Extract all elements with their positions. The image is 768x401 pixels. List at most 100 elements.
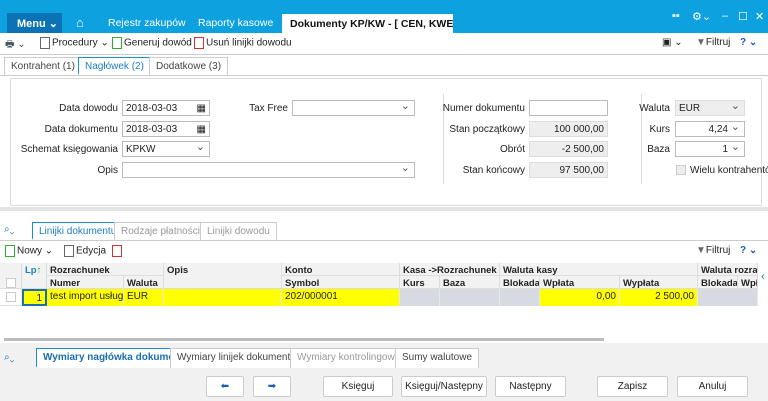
filtruj-button[interactable]: ▼Filtruj — [696, 37, 730, 48]
tab-dodatkowe[interactable]: Dodatkowe (3) — [149, 57, 229, 75]
grid-icon[interactable]: ▪▪ — [672, 10, 680, 22]
blokada2-header[interactable]: Blokada — [698, 276, 738, 289]
edit-icon — [64, 245, 74, 257]
generuj-dowod-button[interactable]: Generuj dowód — [112, 37, 192, 49]
add-icon — [5, 245, 15, 257]
stan-poczatkowy-label: Stan początkowy — [449, 124, 525, 135]
close-icon[interactable]: ✕ — [755, 10, 764, 23]
tab-kontrahent[interactable]: Kontrahent (1) — [4, 57, 82, 75]
wielu-kontrahentow-checkbox[interactable] — [676, 165, 686, 175]
tab-rodzaje-platnosci[interactable]: Rodzaje płatności — [114, 222, 207, 240]
blokada-cell — [500, 289, 540, 306]
search-panel-icon[interactable]: ⌕⌄ — [4, 352, 14, 363]
wplata-cell[interactable]: 0,00 — [540, 289, 620, 306]
splitter[interactable] — [0, 207, 768, 211]
waluta-kasy-header[interactable]: Waluta kasy — [500, 263, 698, 276]
nastepny-button[interactable]: Następny — [495, 376, 566, 397]
stan-koncowy-label: Stan końcowy — [462, 165, 525, 176]
home-icon[interactable]: ⌂ — [76, 15, 84, 30]
tab-naglowek[interactable]: Nagłówek (2) — [78, 57, 151, 75]
settings-doc-icon[interactable]: ▣ ⌄ — [662, 37, 683, 48]
waluta-rozrachunku-header[interactable]: Waluta rozrac — [698, 263, 758, 276]
tab-raporty-kasowe[interactable]: Raporty kasowe — [198, 14, 273, 33]
waluta-header[interactable]: Waluta — [124, 276, 164, 289]
gear-icon[interactable]: ⚙⌄ — [692, 10, 711, 23]
baza-header[interactable]: Baza — [440, 276, 500, 289]
kurs-header[interactable]: Kurs — [400, 276, 440, 289]
grid-filtruj-button[interactable]: ▼Filtruj — [696, 245, 730, 256]
nowy-label: Nowy — [17, 245, 43, 257]
obrot-label: Obrót — [499, 144, 525, 155]
numer-cell[interactable]: test import usług — [47, 289, 124, 306]
stan-koncowy-value: 97 500,00 — [529, 162, 608, 178]
print-icon[interactable]: 🖶 ⌄ — [5, 37, 26, 54]
tax-free-select[interactable] — [292, 100, 415, 116]
tab-sumy-walutowe[interactable]: Sumy walutowe — [395, 348, 480, 368]
lp-cell[interactable]: 1 — [22, 289, 47, 306]
data-dokumentu-label: Data dokumentu — [44, 124, 118, 135]
tab-wymiary-kontrolingowe[interactable]: Wymiary kontrolingowe — [290, 348, 408, 368]
schemat-select[interactable]: KPKW — [122, 141, 210, 157]
previous-button[interactable]: ⬅ — [206, 376, 244, 397]
rozrachunek-header[interactable]: Rozrachunek — [47, 263, 164, 276]
zapisz-button[interactable]: Zapisz — [597, 376, 668, 397]
blokada-header[interactable]: Blokada — [500, 276, 540, 289]
data-dokumentu-field[interactable]: 2018-03-03 ▦ — [122, 121, 210, 137]
opis-header[interactable]: Opis — [164, 263, 282, 289]
help-icon[interactable]: ? ⌄ — [740, 37, 757, 48]
numer-header[interactable]: Numer — [47, 276, 124, 289]
tab-wymiary-linijek[interactable]: Wymiary linijek dokumentu — [170, 348, 303, 368]
grid-header: Lp↑ Rozrachunek Numer Waluta Opis Konto … — [0, 263, 758, 289]
tab-linijki-dokumentu[interactable]: Linijki dokumentu — [32, 222, 124, 240]
lp-header[interactable]: Lp↑ — [22, 263, 47, 289]
konto-header[interactable]: Konto — [282, 263, 400, 276]
chevron-left-icon[interactable]: ‹ — [758, 263, 768, 289]
tax-free-label: Tax Free — [249, 103, 288, 114]
row-checkbox[interactable] — [6, 292, 16, 302]
divider — [0, 240, 768, 241]
opis-select[interactable] — [122, 162, 415, 178]
chevron-down-icon: ⌄ — [48, 18, 59, 30]
arrow-right-icon: ➡ — [267, 381, 277, 392]
menu-button[interactable]: Menu ⌄ — [7, 13, 62, 34]
generuj-label: Generuj dowód — [124, 37, 192, 49]
waluta-cell[interactable]: EUR — [124, 289, 164, 306]
wyplata-cell[interactable]: 2 500,00 — [620, 289, 698, 306]
delete-icon — [112, 245, 122, 257]
tab-linijki-dowodu[interactable]: Linijki dowodu — [200, 222, 277, 240]
nowy-button[interactable]: Nowy ⌄ — [5, 245, 53, 257]
opis-cell[interactable] — [164, 289, 282, 306]
usun-linijki-button[interactable]: Usuń linijki dowodu — [194, 37, 292, 49]
horizontal-scrollbar[interactable] — [4, 338, 604, 341]
edycja-button[interactable]: Edycja — [64, 245, 106, 257]
baza-label: Baza — [647, 144, 670, 155]
baza-select[interactable]: 1 — [675, 141, 745, 157]
help-icon[interactable]: ? ⌄ — [740, 245, 757, 256]
delete-button[interactable] — [112, 245, 124, 257]
search-panel-icon[interactable]: ⌕⌄ — [4, 224, 14, 235]
filter-icon: ▼ — [696, 245, 706, 256]
waluta-select[interactable]: EUR — [675, 100, 745, 116]
wplata-header[interactable]: Wpłata — [540, 276, 620, 289]
edycja-label: Edycja — [76, 245, 107, 257]
wplata2-header[interactable]: Wpł — [738, 276, 758, 289]
minimize-icon[interactable]: – — [722, 10, 728, 22]
row-checkbox-cell[interactable] — [0, 289, 22, 306]
anuluj-button[interactable]: Anuluj — [677, 376, 748, 397]
table-row[interactable]: 1 test import usług EUR 202/000001 0,00 … — [0, 289, 758, 306]
symbol-cell[interactable]: 202/000001 — [282, 289, 400, 306]
menu-label: Menu — [17, 18, 46, 30]
ksieguj-nastepny-button[interactable]: Księguj/Następny — [401, 376, 487, 397]
kasa-rozrachunek-header[interactable]: Kasa ->Rozrachunek — [400, 263, 500, 276]
waluta-label: Waluta — [639, 103, 670, 114]
wyplata-header[interactable]: Wypłata — [620, 276, 698, 289]
calendar-icon[interactable]: ▦ — [197, 124, 206, 135]
tab-rejestr-zakupow[interactable]: Rejestr zakupów — [108, 14, 186, 33]
procedury-button[interactable]: Procedury ⌄ — [40, 37, 109, 49]
kurs-select[interactable]: 4,24 — [675, 121, 745, 137]
ksieguj-button[interactable]: Księguj — [323, 376, 393, 397]
maximize-icon[interactable]: ☐ — [738, 10, 748, 23]
next-arrow-button[interactable]: ➡ — [253, 376, 291, 397]
select-all-checkbox[interactable] — [6, 278, 16, 288]
symbol-header[interactable]: Symbol — [282, 276, 400, 289]
